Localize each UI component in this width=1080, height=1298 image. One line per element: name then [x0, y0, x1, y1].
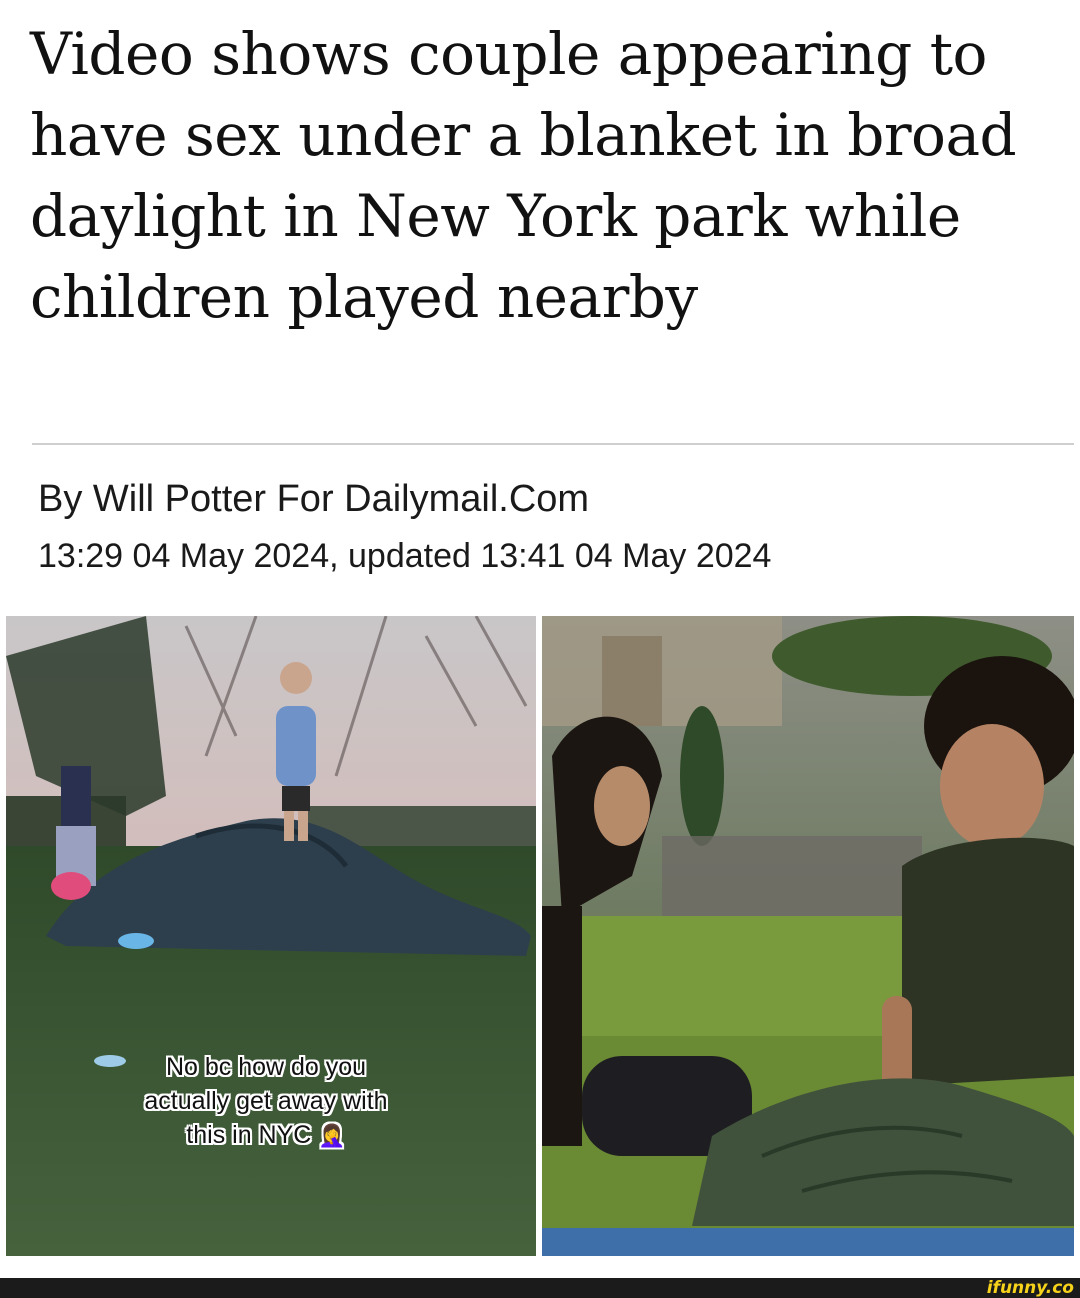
- caption-line-3: this in NYC: [186, 1121, 312, 1149]
- dateline: 13:29 04 May 2024, updated 13:41 04 May …: [38, 537, 772, 575]
- footer-bar: [0, 1278, 1080, 1298]
- caption-line-2: actually get away with: [144, 1087, 388, 1115]
- photo-caption: No bc how do you actually get away with …: [96, 1050, 436, 1153]
- couple-in-park-image: [542, 616, 1074, 1256]
- park-blanket-scene-image: [6, 616, 536, 1256]
- ifunny-watermark-logo: ifunny.co: [986, 1278, 1074, 1298]
- photo-left: [6, 616, 536, 1256]
- facepalm-emoji-icon: 🤦‍♀️: [318, 1123, 346, 1148]
- headline: Video shows couple appearing to have sex…: [30, 20, 1017, 331]
- divider: [32, 443, 1074, 445]
- photo-right: [542, 616, 1074, 1256]
- caption-line-1: No bc how do you: [165, 1053, 367, 1081]
- byline: By Will Potter For Dailymail.Com: [38, 478, 590, 520]
